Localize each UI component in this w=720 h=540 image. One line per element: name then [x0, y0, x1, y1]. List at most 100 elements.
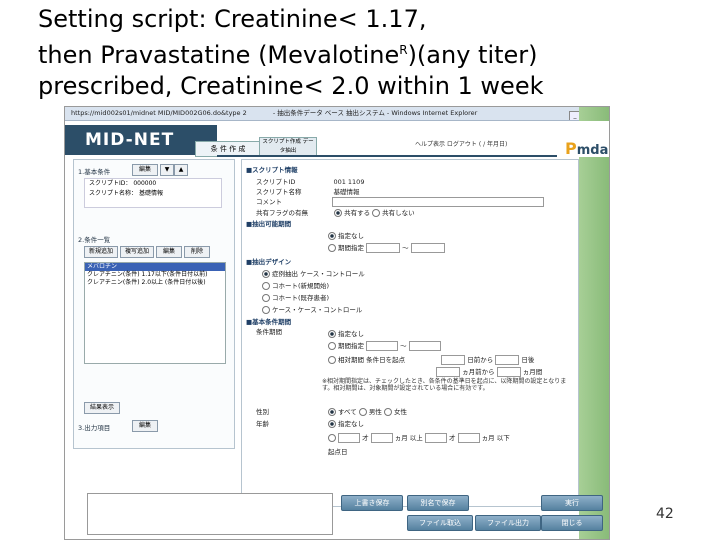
comment-input[interactable] [332, 197, 545, 207]
sex-male-radio[interactable] [358, 408, 367, 416]
section-period: ■抽出可能期間 [246, 220, 292, 228]
edit-basic-button[interactable]: 編集 [132, 164, 158, 176]
date-rel-radio[interactable] [328, 356, 336, 364]
basis-date-label: 起点日 [328, 448, 348, 456]
registered-mark: R [399, 43, 408, 57]
title-line-2: then Pravastatine (MevalotineR)(any tite… [38, 35, 698, 71]
design-radio[interactable] [262, 282, 270, 290]
design-radio[interactable] [262, 270, 270, 278]
sex-row: すべて 男性 女性 [328, 406, 407, 416]
browser-url[interactable]: https://mid002s01/midnet MID/MID002G06.d… [71, 109, 247, 117]
memo-textarea[interactable] [87, 493, 333, 535]
overwrite-save-button[interactable]: 上書き保存 [341, 495, 403, 511]
age-max-month-input[interactable] [457, 433, 480, 443]
script-id-label: スクリプトID： [89, 180, 132, 187]
design-radio[interactable] [262, 306, 270, 314]
move-up-button[interactable]: ▲ [174, 164, 188, 176]
decorative-side-bar [579, 107, 609, 539]
share-yes-radio[interactable] [334, 209, 343, 217]
title-line-3: prescribed, Creatinine< 2.0 within 1 wee… [38, 72, 544, 100]
save-as-button[interactable]: 別名で保存 [407, 495, 469, 511]
design-option: 症例抽出 ケース・コントロール [262, 268, 365, 278]
date-rel-text: 条件日を起点 [366, 356, 406, 364]
period-end-input[interactable] [410, 243, 445, 253]
sex-all-label: すべて [338, 408, 357, 416]
date-range-label: 期間指定 [338, 342, 364, 350]
date-end-input[interactable] [408, 341, 441, 351]
file-import-button[interactable]: ファイル取込 [407, 515, 473, 531]
rel-before-input[interactable] [441, 355, 466, 365]
script-name-value: 基礎情報 [138, 190, 163, 197]
script-id-label: スクリプトID [256, 178, 296, 186]
copy-condition-button[interactable]: 複写追加 [120, 246, 154, 258]
section-basic-period: ■基本条件期間 [246, 318, 292, 326]
script-name-label: スクリプト名称 [256, 188, 302, 196]
move-down-button[interactable]: ▼ [160, 164, 174, 176]
run-button[interactable]: 実行 [541, 495, 603, 511]
slide-number: 42 [656, 506, 674, 522]
result-display-button[interactable]: 結果表示 [84, 402, 120, 414]
age-range-row: 才 ヵ月 以上 才 ヵ月 以下 [328, 432, 510, 443]
design-option: ケース・ケース・コントロール [262, 304, 362, 314]
period-start-input[interactable] [366, 243, 401, 253]
section-script-info: ■スクリプト情報 [246, 166, 298, 174]
age-max-year-label: 才 [448, 434, 456, 442]
design-option: コホート(既存患者) [262, 292, 329, 302]
action-bar: 上書き保存 別名で保存 実行 ファイル取込 ファイル出力 閉じる [83, 489, 603, 537]
comment-row: コメント [256, 196, 545, 207]
age-max-year-input[interactable] [424, 433, 447, 443]
edit-output-button[interactable]: 編集 [132, 420, 158, 432]
date-start-input[interactable] [366, 341, 399, 351]
script-name-row: スクリプト名称 基礎情報 [256, 186, 360, 196]
date-none-radio[interactable] [328, 330, 336, 338]
date-rel-row: 相対期間 条件日を起点 日前から 日後 [328, 354, 534, 365]
list-item[interactable]: クレアチニン(条件) 2.0以上 (条件日付以後) [85, 279, 225, 287]
rel-month-after-label: ヵ月間 [522, 368, 543, 376]
age-range-radio[interactable] [328, 434, 336, 442]
pmda-logo-p: P [565, 139, 577, 158]
period-none-row: 指定なし [328, 230, 364, 240]
date-range-row: 期間指定 ～ [328, 340, 441, 351]
main-panel: ■スクリプト情報 スクリプトID 001 1109 スクリプト名称 基礎情報 コメン… [241, 159, 579, 507]
script-id-value: 000000 [133, 180, 157, 187]
period-range-label: 期間指定 [338, 244, 364, 252]
design-label: 症例抽出 ケース・コントロール [272, 270, 365, 278]
sex-all-radio[interactable] [328, 408, 336, 416]
sex-female-radio[interactable] [383, 408, 392, 416]
header-links[interactable]: ヘルプ表示 ログアウト ( / 年月日) [415, 139, 507, 148]
design-label: コホート(既存患者) [272, 294, 330, 302]
browser-titlebar: https://mid002s01/midnet MID/MID002G06.d… [65, 107, 609, 121]
design-option: コホート(新規開始) [262, 280, 329, 290]
list-item[interactable]: クレアチニン(条件) 1.17以下(条件日付以前) [85, 271, 225, 279]
age-none-row: 指定なし [328, 418, 364, 428]
date-range-radio[interactable] [328, 342, 336, 350]
rel-month-after-input[interactable] [496, 367, 521, 377]
section-design: ■抽出デザイン [246, 258, 292, 266]
file-export-button[interactable]: ファイル出力 [475, 515, 541, 531]
browser-title: - 抽出条件データ ベース 抽出システム - Windows Internet … [272, 109, 478, 117]
list-item[interactable]: メバロチン [85, 263, 225, 271]
period-range-row: 期間指定 ～ [328, 242, 445, 253]
age-label: 年齢 [256, 420, 269, 428]
age-min-year-label: 才 [362, 434, 369, 442]
tab-script-extract[interactable]: スクリプト作成 データ抽出 [259, 137, 317, 157]
age-min-month-input[interactable] [370, 433, 393, 443]
period-none-radio[interactable] [328, 232, 336, 240]
new-condition-button[interactable]: 新規追加 [84, 246, 118, 258]
delete-condition-button[interactable]: 削除 [184, 246, 210, 258]
rel-month-input[interactable] [436, 367, 460, 377]
app-screenshot: https://mid002s01/midnet MID/MID002G06.d… [64, 106, 610, 540]
close-button[interactable]: 閉じる [541, 515, 603, 531]
condition-list[interactable]: メバロチン クレアチニン(条件) 1.17以下(条件日付以前) クレアチニン(条… [84, 262, 226, 364]
share-no-radio[interactable] [372, 209, 381, 217]
age-min-month-label: ヵ月 以上 [394, 434, 423, 442]
section-output-items: 3.出力項目 [78, 424, 111, 432]
section-condition-list: 2.条件一覧 [78, 236, 111, 244]
script-name-row: スクリプト名称： 基礎情報 [89, 189, 221, 199]
design-radio[interactable] [262, 294, 270, 302]
edit-condition-button[interactable]: 編集 [156, 246, 182, 258]
age-min-year-input[interactable] [338, 433, 360, 443]
period-range-radio[interactable] [328, 244, 336, 252]
rel-after-input[interactable] [495, 355, 520, 365]
age-none-radio[interactable] [328, 420, 336, 428]
